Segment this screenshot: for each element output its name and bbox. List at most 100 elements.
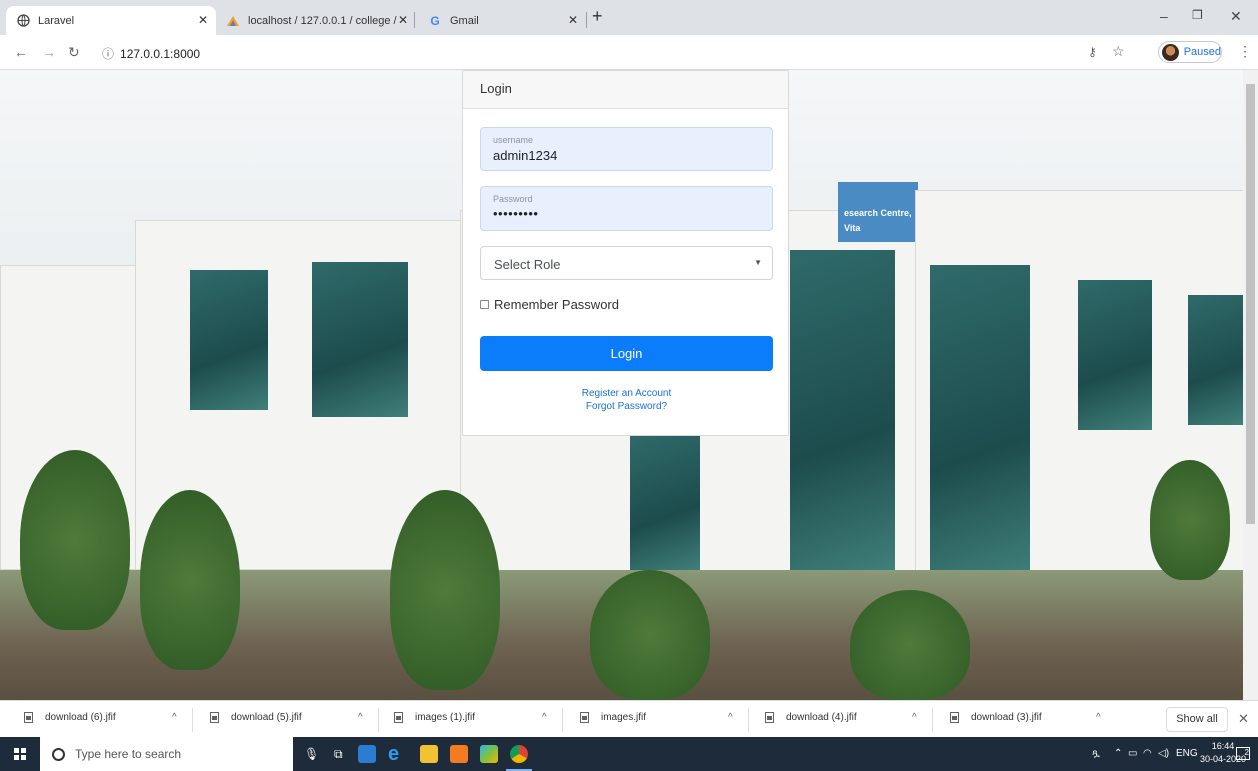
profile-button[interactable]: Paused [1158,41,1222,63]
people-icon[interactable]: ጿ [1092,748,1100,759]
remember-checkbox[interactable] [480,300,489,309]
glass-window [930,265,1030,575]
palm-tree [1150,460,1230,580]
download-item[interactable]: download (3).jfif [950,712,1042,723]
app-icon[interactable] [358,745,376,763]
password-input[interactable]: ••••••••• [493,206,753,221]
scrollbar-thumb[interactable] [1246,84,1255,524]
download-filename: download (5).jfif [231,712,302,723]
divider [748,708,749,732]
glass-window [190,270,268,410]
phpmyadmin-icon [226,14,240,28]
remember-label: Remember Password [494,297,619,312]
tab-divider [586,12,587,28]
file-icon [210,712,219,723]
chevron-up-icon[interactable]: ⌃ [1114,748,1122,759]
browser-toolbar: ← → ↻ ⓘ 127.0.0.1:8000 ⚷ ☆ Paused ⋮ [0,35,1258,70]
divider [192,708,193,732]
download-item[interactable]: download (4).jfif [765,712,857,723]
chevron-up-icon[interactable]: ^ [172,712,177,723]
file-explorer-icon[interactable] [420,745,438,763]
file-icon [580,712,589,723]
tab-laravel[interactable]: Laravel ✕ [6,6,216,35]
reload-icon[interactable]: ↻ [68,44,80,61]
taskbar-search[interactable]: Type here to search [40,737,293,771]
chevron-up-icon[interactable]: ^ [912,712,917,723]
address-bar[interactable]: ⓘ 127.0.0.1:8000 [102,45,200,62]
tab-title: Laravel [38,14,75,27]
password-field[interactable]: Password ••••••••• [480,186,773,231]
close-tab-icon[interactable]: ✕ [568,13,578,27]
sign-text: esearch Centre, Vita [844,208,912,233]
file-icon [394,712,403,723]
file-icon [24,712,33,723]
back-arrow-icon[interactable]: ← [14,44,28,60]
menu-kebab-icon[interactable]: ⋮ [1238,43,1252,60]
new-tab-icon[interactable]: + [592,6,603,27]
language-indicator[interactable]: ENG [1176,748,1198,759]
close-tab-icon[interactable]: ✕ [198,13,208,27]
app-icon[interactable] [480,745,498,763]
role-select-value: Select Role [494,257,561,272]
download-item[interactable]: images (1).jfif [394,712,475,723]
microphone-icon[interactable]: 🎙 [304,747,319,761]
palm-tree [590,570,710,700]
chevron-up-icon[interactable]: ^ [542,712,547,723]
file-icon [950,712,959,723]
role-select[interactable]: Select Role ▼ [480,246,773,280]
window-close-icon[interactable]: ✕ [1230,8,1242,25]
chevron-up-icon[interactable]: ^ [728,712,733,723]
chevron-up-icon[interactable]: ^ [358,712,363,723]
windows-start-icon[interactable] [14,748,26,760]
show-all-button[interactable]: Show all [1166,707,1228,732]
username-input[interactable] [493,148,753,163]
minimize-icon[interactable]: – [1160,8,1168,24]
profile-status: Paused [1183,46,1221,58]
download-item[interactable]: download (5).jfif [210,712,302,723]
divider [932,708,933,732]
search-placeholder: Type here to search [75,747,182,761]
chevron-up-icon[interactable]: ^ [1096,712,1101,723]
tab-title: Gmail [450,14,479,27]
google-icon: G [430,13,440,28]
palm-tree [850,590,970,700]
forward-arrow-icon[interactable]: → [42,44,56,60]
edge-icon[interactable]: e [388,744,406,764]
xampp-icon[interactable] [450,745,468,763]
avatar [1162,43,1179,61]
site-info-icon[interactable]: ⓘ [102,47,114,61]
login-card: Login username Password ••••••••• Select… [462,70,789,436]
volume-icon[interactable]: ◁) [1158,748,1169,759]
notification-icon[interactable]: 2 [1236,747,1250,760]
wifi-icon[interactable]: ◠ [1143,748,1152,759]
task-view-icon[interactable]: ⧉ [334,747,343,762]
download-item[interactable]: images.jfif [580,712,646,723]
battery-icon[interactable]: ▭ [1128,748,1137,759]
download-item[interactable]: download (6).jfif [24,712,116,723]
windows-taskbar: Type here to search 🎙 ⧉ e ጿ ⌃ ▭ ◠ ◁) ENG… [0,737,1258,771]
forgot-password-link[interactable]: Forgot Password? [463,401,790,412]
close-icon[interactable]: ✕ [1238,711,1249,727]
download-filename: download (6).jfif [45,712,116,723]
cortana-icon [52,747,65,761]
login-button[interactable]: Login [480,336,773,371]
bookmark-star-icon[interactable]: ☆ [1112,43,1125,60]
username-field[interactable]: username [480,127,773,171]
tab-title: localhost / 127.0.0.1 / college / u [248,14,398,27]
register-link[interactable]: Register an Account [463,388,790,399]
remember-password[interactable]: Remember Password [480,297,619,312]
tab-gmail[interactable]: G Gmail ✕ [418,6,586,35]
tab-phpmyadmin[interactable]: localhost / 127.0.0.1 / college / u ✕ [216,6,416,35]
divider [378,708,379,732]
divider [562,708,563,732]
close-tab-icon[interactable]: ✕ [398,13,408,27]
key-icon[interactable]: ⚷ [1088,45,1097,59]
download-filename: images (1).jfif [415,712,476,723]
chrome-icon[interactable] [510,745,528,763]
tab-divider [414,12,415,28]
palm-tree [390,490,500,690]
browser-tab-bar: Laravel ✕ localhost / 127.0.0.1 / colleg… [0,0,1258,35]
globe-icon [16,14,30,28]
restore-icon[interactable]: ❐ [1192,8,1203,22]
palm-tree [140,490,240,670]
